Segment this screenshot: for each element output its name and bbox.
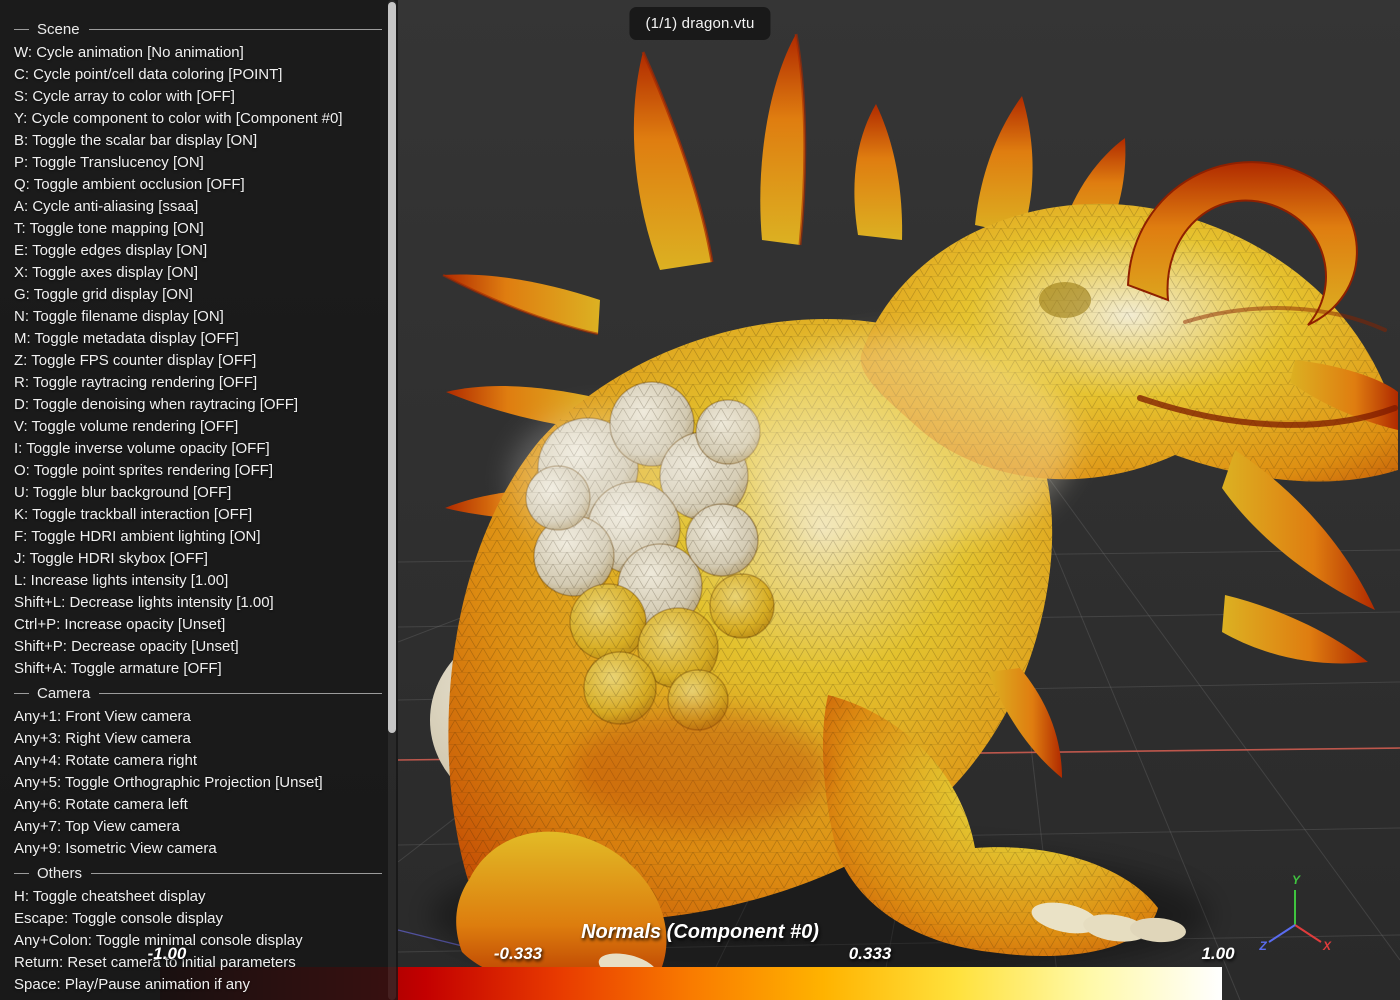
cheatsheet-item: E: Toggle edges display [ON] (14, 240, 382, 262)
cheatsheet-item: Any+5: Toggle Orthographic Projection [U… (14, 772, 382, 794)
axis-z-label: Z (1258, 939, 1267, 953)
scrollbar-thumb[interactable] (388, 2, 396, 733)
axis-x-line (1295, 925, 1321, 942)
cheatsheet-content: Scene W: Cycle animation [No animation]C:… (0, 0, 398, 996)
header-dash (14, 873, 29, 874)
axes-widget[interactable]: Y X Z (1245, 868, 1345, 968)
header-rule (89, 29, 382, 30)
header-rule (91, 873, 382, 874)
cheatsheet-item: G: Toggle grid display [ON] (14, 284, 382, 306)
axis-y-label: Y (1292, 873, 1301, 887)
cheatsheet-item: B: Toggle the scalar bar display [ON] (14, 130, 382, 152)
cheatsheet-item: Escape: Toggle console display (14, 908, 382, 930)
cheatsheet-item: Any+1: Front View camera (14, 706, 382, 728)
cheatsheet-section-header: Others (14, 861, 382, 885)
cheatsheet-item: U: Toggle blur background [OFF] (14, 482, 382, 504)
filename-badge: (1/1) dragon.vtu (629, 7, 770, 40)
cheatsheet-item: J: Toggle HDRI skybox [OFF] (14, 548, 382, 570)
cheatsheet-item: Any+4: Rotate camera right (14, 750, 382, 772)
cheatsheet-item: P: Toggle Translucency [ON] (14, 152, 382, 174)
cheatsheet-item: D: Toggle denoising when raytracing [OFF… (14, 394, 382, 416)
cheatsheet-item: C: Cycle point/cell data coloring [POINT… (14, 64, 382, 86)
f3d-window: Scene W: Cycle animation [No animation]C:… (0, 0, 1400, 1000)
cheatsheet-item: Shift+P: Decrease opacity [Unset] (14, 636, 382, 658)
cheatsheet-item: A: Cycle anti-aliasing [ssaa] (14, 196, 382, 218)
axis-z-line (1269, 925, 1295, 942)
cheatsheet-item: I: Toggle inverse volume opacity [OFF] (14, 438, 382, 460)
cheatsheet-scrollbar[interactable] (388, 0, 396, 1000)
cheatsheet-section-title: Camera (37, 685, 90, 702)
cheatsheet-item: S: Cycle array to color with [OFF] (14, 86, 382, 108)
cheatsheet-item: Any+3: Right View camera (14, 728, 382, 750)
cheatsheet-item: Y: Cycle component to color with [Compon… (14, 108, 382, 130)
cheatsheet-item: H: Toggle cheatsheet display (14, 886, 382, 908)
header-dash (14, 693, 29, 694)
header-dash (14, 29, 29, 30)
cheatsheet-item: L: Increase lights intensity [1.00] (14, 570, 382, 592)
header-rule (99, 693, 382, 694)
cheatsheet-section-title: Others (37, 865, 82, 882)
cheatsheet-item: X: Toggle axes display [ON] (14, 262, 382, 284)
cheatsheet-section-header: Camera (14, 681, 382, 705)
cheatsheet-item: Any+Colon: Toggle minimal console displa… (14, 930, 382, 952)
cheatsheet-item: V: Toggle volume rendering [OFF] (14, 416, 382, 438)
cheatsheet-item: Any+7: Top View camera (14, 816, 382, 838)
cheatsheet-item: M: Toggle metadata display [OFF] (14, 328, 382, 350)
cheatsheet-item: Q: Toggle ambient occlusion [OFF] (14, 174, 382, 196)
cheatsheet-item: Z: Toggle FPS counter display [OFF] (14, 350, 382, 372)
axis-x-label: X (1322, 939, 1332, 953)
cheatsheet-section-header: Scene (14, 17, 382, 41)
cheatsheet-item: R: Toggle raytracing rendering [OFF] (14, 372, 382, 394)
cheatsheet-item: Any+9: Isometric View camera (14, 838, 382, 860)
cheatsheet-item: T: Toggle tone mapping [ON] (14, 218, 382, 240)
cheatsheet-item: Return: Reset camera to initial paramete… (14, 952, 382, 974)
cheatsheet-section-title: Scene (37, 21, 80, 38)
cheatsheet-item: N: Toggle filename display [ON] (14, 306, 382, 328)
cheatsheet-item: W: Cycle animation [No animation] (14, 42, 382, 64)
cheatsheet-item: K: Toggle trackball interaction [OFF] (14, 504, 382, 526)
cheatsheet-item: O: Toggle point sprites rendering [OFF] (14, 460, 382, 482)
cheatsheet-item: Shift+L: Decrease lights intensity [1.00… (14, 592, 382, 614)
cheatsheet-panel: Scene W: Cycle animation [No animation]C:… (0, 0, 398, 1000)
cheatsheet-item: Any+6: Rotate camera left (14, 794, 382, 816)
cheatsheet-item: F: Toggle HDRI ambient lighting [ON] (14, 526, 382, 548)
cheatsheet-item: Shift+A: Toggle armature [OFF] (14, 658, 382, 680)
cheatsheet-item: Space: Play/Pause animation if any (14, 974, 382, 996)
cheatsheet-item: Ctrl+P: Increase opacity [Unset] (14, 614, 382, 636)
